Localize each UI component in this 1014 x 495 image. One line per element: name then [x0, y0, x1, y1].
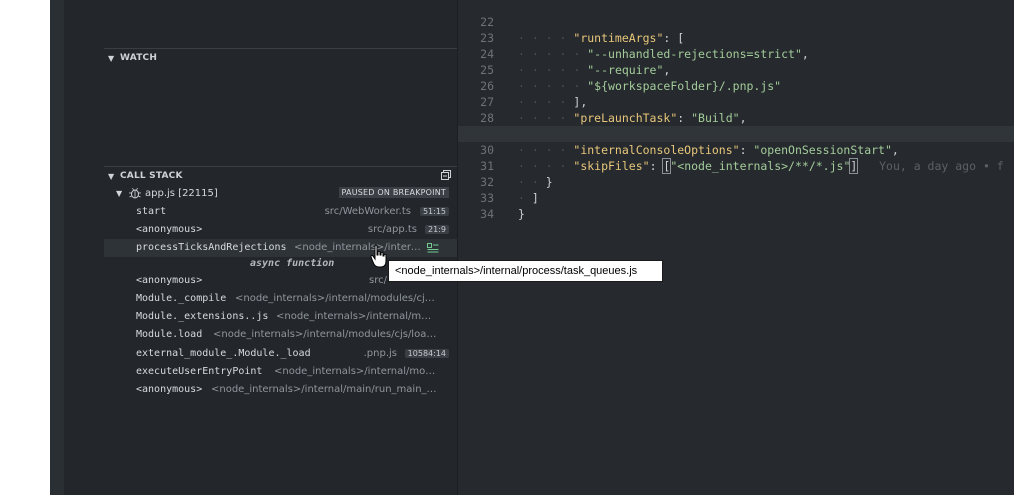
frame-location: src/app.ts: [367, 223, 417, 235]
stack-frame[interactable]: <anonymous> src/app.ts 21:9: [104, 220, 457, 238]
code-line: 23 · · · · · "--unhandled-rejections=str…: [458, 14, 1014, 61]
code-line: 28 · · · · "outFiles": ["${workspaceFold…: [458, 94, 1014, 141]
stack-frame[interactable]: processTicksAndRejections <node_internal…: [104, 238, 457, 257]
frame-location: .pnp.js: [363, 347, 397, 359]
stack-frame[interactable]: Module._compile <node_internals>/interna…: [104, 289, 457, 307]
debug-panel: ▼ WATCH ▼ CALL STACK ▼ app.js [22115] PA…: [104, 0, 458, 495]
stack-frame[interactable]: <anonymous> <node_internals>/internal/ma…: [104, 381, 457, 399]
thread-row[interactable]: ▼ app.js [22115] PAUSED ON BREAKPOINT: [104, 184, 457, 202]
stack-frame[interactable]: Module._extensions..js <node_internals>/…: [104, 307, 457, 325]
frame-location: <node_internals>/internal/modules/cjs/l.…: [235, 292, 437, 304]
code-line: 24 · · · · · "--require",: [458, 30, 1014, 77]
file-path-tooltip: <node_internals>/internal/process/task_q…: [388, 260, 663, 282]
frame-name: Module.load: [136, 329, 203, 341]
code-line: 31 · · }: [458, 142, 1014, 189]
frame-line: 10584:14: [404, 348, 449, 358]
code-line: 32 · ]: [458, 158, 1014, 205]
code-line: 29 · · · · "internalConsoleOptions": "op…: [458, 110, 1014, 157]
code-line: 25 · · · · · "${workspaceFolder}/.pnp.js…: [458, 46, 1014, 93]
chevron-down-icon: ▼: [116, 188, 123, 198]
stack-frame[interactable]: executeUserEntryPoint <node_internals>/i…: [104, 362, 457, 380]
call-stack-section-header[interactable]: ▼ CALL STACK: [104, 166, 457, 185]
frame-name: Module._compile: [136, 292, 227, 304]
frame-name: <anonymous>: [136, 384, 203, 396]
stack-frame[interactable]: start src/WebWorker.ts 51:15: [104, 202, 457, 220]
frame-location: src/WebWorker.ts: [324, 205, 411, 217]
chevron-down-icon: ▼: [108, 53, 115, 63]
frame-name: start: [136, 205, 167, 217]
frame-name: external_module_.Module._load: [136, 347, 311, 359]
code-line: 22 · · · · "runtimeArgs": [: [458, 0, 1014, 45]
frame-name: Module._extensions..js: [136, 311, 269, 323]
desktop-margin: [0, 0, 50, 495]
frame-location: <node_internals>/internal/mod...: [276, 311, 436, 323]
collapse-all-icon[interactable]: [441, 170, 451, 180]
stack-frames: start src/WebWorker.ts 51:15 <anonymous>…: [104, 202, 457, 399]
code-editor[interactable]: 22 · · · · "runtimeArgs": [ 23 · · · · ·…: [458, 0, 1014, 495]
current-code-line: 30 · · · · "skipFiles": ["<node_internal…: [458, 126, 1014, 174]
frame-name: executeUserEntryPoint: [136, 366, 263, 378]
line-number: 34: [480, 207, 494, 221]
frame-line: 21:9: [425, 224, 449, 234]
code-line: 26 · · · · ],: [458, 62, 1014, 109]
sidebar-strip: [64, 0, 104, 495]
frame-location: src/: [369, 274, 387, 286]
frame-line: 51:15: [419, 206, 449, 216]
stack-frame[interactable]: external_module_.Module._load .pnp.js 10…: [104, 344, 457, 362]
frame-location: <node_internals>/internal/modules/cjs/lo…: [213, 329, 439, 341]
code-line: 33 }: [458, 174, 1014, 221]
status-badge: PAUSED ON BREAKPOINT: [338, 187, 449, 198]
call-stack-title: CALL STACK: [120, 171, 183, 181]
thread-name: app.js [22115]: [145, 187, 218, 199]
code-lines: 22 · · · · "runtimeArgs": [ 23 · · · · ·…: [458, 0, 1014, 221]
watch-section-header[interactable]: ▼ WATCH: [104, 48, 457, 67]
frame-name: processTicksAndRejections: [136, 242, 287, 254]
frame-location: <node_internals>/internal/modul...: [274, 366, 438, 378]
frame-location: <node_internals>/intern...: [294, 242, 422, 254]
activity-bar: [50, 0, 64, 495]
chevron-down-icon: ▼: [108, 171, 115, 181]
frame-name: <anonymous>: [136, 274, 203, 286]
hand-pointer-icon: [370, 244, 387, 268]
stack-frame[interactable]: Module.load <node_internals>/internal/mo…: [104, 326, 457, 344]
frame-location: <node_internals>/internal/main/run_main_…: [211, 384, 439, 396]
watch-title: WATCH: [120, 53, 158, 63]
bug-icon: [129, 187, 141, 199]
restart-frame-icon[interactable]: [427, 242, 439, 253]
frame-name: <anonymous>: [136, 223, 203, 235]
code-line: 34: [458, 190, 1014, 221]
code-line: 27 · · · · "preLaunchTask": "Build",: [458, 78, 1014, 125]
